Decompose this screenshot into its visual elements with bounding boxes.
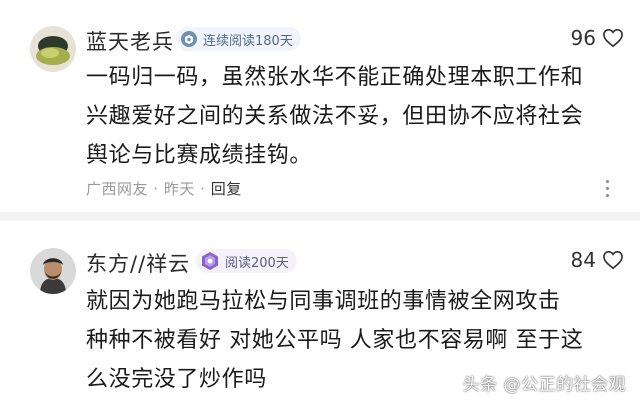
like-count: 96 bbox=[570, 26, 596, 50]
like-button[interactable]: 96 bbox=[571, 26, 624, 50]
comment-text: 一码归一码，虽然张水华不能正确处理本职工作和 兴趣爱好之间的关系做法不妥，但田协… bbox=[86, 58, 626, 175]
badge-label: 阅读200天 bbox=[225, 255, 289, 271]
badge-label: 连续阅读180天 bbox=[203, 33, 293, 49]
username[interactable]: 蓝天老兵 bbox=[86, 26, 174, 56]
comment-item: 蓝天老兵 连续阅读180天 96 一码归一码，虽然张水华不能正确处理本职工作和 … bbox=[0, 0, 640, 210]
like-count: 84 bbox=[570, 248, 596, 272]
separator-dot: · bbox=[200, 180, 211, 198]
comment-divider bbox=[0, 212, 640, 221]
comment-meta: 广西网友 · 昨天 · 回复 bbox=[86, 178, 242, 199]
timestamp: 昨天 bbox=[163, 180, 195, 198]
watermark: 头条 @公正的社会观 bbox=[462, 375, 626, 395]
reading-badge-icon bbox=[181, 31, 197, 47]
location: 广西网友 bbox=[86, 180, 149, 198]
vertical-ellipsis-icon[interactable] bbox=[604, 180, 610, 198]
comment-line: 就因为她跑马拉松与同事调班的事情被全网攻击 bbox=[86, 289, 561, 314]
comment-line: 兴趣爱好之间的关系做法不妥，但田协不应将社会 bbox=[86, 104, 584, 129]
reply-button[interactable]: 回复 bbox=[211, 180, 242, 198]
user-avatar[interactable] bbox=[30, 248, 76, 294]
purple-reading-badge-icon bbox=[202, 252, 218, 270]
separator-dot: · bbox=[153, 180, 164, 198]
comment-line: 一码归一码，虽然张水华不能正确处理本职工作和 bbox=[86, 65, 584, 90]
user-avatar[interactable] bbox=[30, 26, 76, 72]
like-button[interactable]: 84 bbox=[571, 248, 624, 272]
heart-outline-icon[interactable] bbox=[602, 28, 624, 48]
heart-outline-icon[interactable] bbox=[602, 250, 624, 270]
comment-line: 种种不被看好 对她公平吗 人家也不容易啊 至于这 bbox=[86, 328, 584, 353]
comment-line: 舆论与比赛成绩挂钩。 bbox=[86, 143, 313, 168]
reading-badge: 阅读200天 bbox=[196, 249, 297, 273]
reading-badge: 连续阅读180天 bbox=[176, 27, 301, 51]
username[interactable]: 东方//祥云 bbox=[86, 248, 190, 278]
